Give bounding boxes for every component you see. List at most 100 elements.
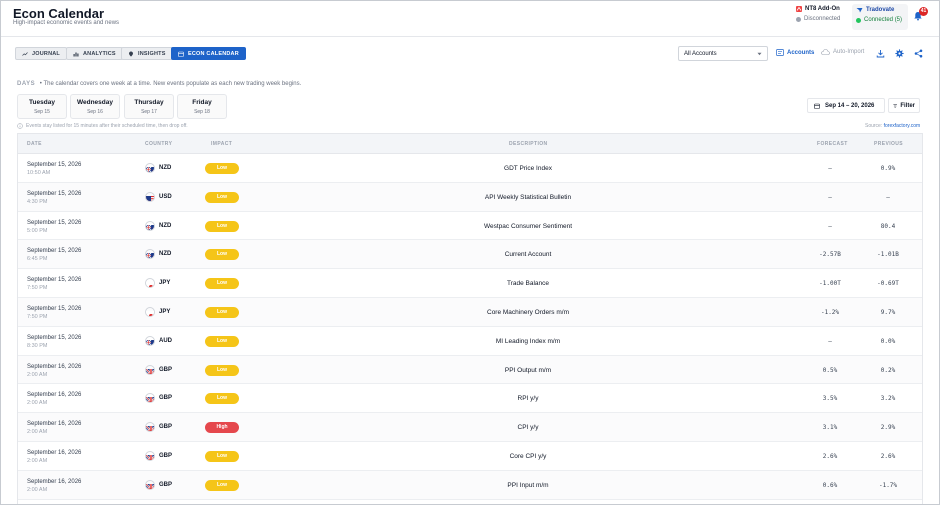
event-forecast: 0.6%	[822, 481, 838, 489]
table-row[interactable]: September 15, 2026 7:50 PM JPY Low Trade Bal…	[18, 269, 922, 298]
event-description: GDT Price Index	[504, 165, 552, 172]
accounts-button[interactable]: Accounts	[776, 49, 814, 56]
gbp-flag-icon	[145, 364, 155, 375]
event-date: September 15, 2026	[27, 162, 82, 168]
nzd-flag-icon	[145, 163, 155, 173]
status-dot-icon	[856, 17, 861, 23]
tab-insights[interactable]: INSIGHTS	[121, 47, 173, 60]
account-select[interactable]: All Accounts	[678, 46, 768, 61]
event-previous: 80.4	[880, 222, 896, 230]
source-label: Source:	[865, 123, 883, 129]
day-name: Wednesday	[76, 99, 113, 106]
info-dot-icon: •	[39, 81, 42, 87]
event-time: 6:45 PM	[27, 256, 48, 263]
impact-badge: Low	[205, 450, 239, 462]
event-forecast: -1.2%	[820, 308, 840, 316]
event-forecast: –	[828, 165, 832, 172]
header-country[interactable]: COUNTRY	[145, 141, 172, 147]
event-forecast: –	[828, 222, 832, 230]
event-date: September 15, 2026	[27, 305, 82, 312]
event-previous: 0.0%	[880, 337, 896, 345]
nt8-logo-icon	[796, 6, 802, 12]
events-table: DATE COUNTRY IMPACT DESCRIPTION FORECAST…	[17, 133, 923, 504]
download-icon[interactable]	[876, 49, 885, 58]
event-date: September 16, 2026	[27, 392, 82, 399]
source-link[interactable]: forexfactory.com	[884, 123, 921, 129]
pin-icon	[129, 51, 133, 57]
tradovate-status: Connected (5)	[864, 17, 903, 23]
day-tab-wednesday[interactable]: Wednesday Sep 16	[70, 94, 120, 119]
tab-label: JOURNAL	[32, 50, 60, 57]
share-icon[interactable]	[914, 49, 923, 58]
event-date: September 15, 2026	[27, 334, 82, 341]
event-time: 7:50 PM	[27, 313, 48, 320]
auto-import-label: Auto-Import	[833, 49, 865, 55]
table-row[interactable]: September 16, 2026 2:00 AM GBP Low PPI Input…	[18, 470, 922, 500]
bar-chart-icon	[73, 52, 79, 56]
event-date: September 16, 2026	[27, 478, 82, 485]
page-subtitle: High-impact economic events and news	[13, 20, 120, 26]
tradovate-connection[interactable]: Tradovate Connected (5)	[852, 4, 908, 30]
tab-analytics[interactable]: ANALYTICS	[66, 47, 123, 60]
event-forecast: 3.1%	[822, 424, 838, 432]
table-row[interactable]: September 15, 2026 4:30 PM USD Low API Weekl…	[18, 182, 922, 212]
event-time: 5:00 PM	[27, 227, 48, 234]
auto-import-button[interactable]: Auto-Import	[821, 49, 864, 55]
event-currency: GBP	[159, 481, 173, 488]
event-forecast: 0.5%	[822, 366, 838, 374]
day-date: Sep 18	[194, 109, 210, 115]
tab-journal[interactable]: JOURNAL	[15, 47, 67, 60]
header-description[interactable]: DESCRIPTION	[509, 141, 548, 147]
day-name: Thursday	[134, 99, 164, 106]
date-range-value: Sep 14 – 20, 2026	[825, 102, 875, 109]
table-row[interactable]: September 15, 2026 5:00 PM NZD Low Westpac C…	[18, 212, 922, 241]
header-previous[interactable]: PREVIOUS	[874, 141, 903, 147]
header-forecast[interactable]: FORECAST	[817, 141, 848, 147]
header-impact[interactable]: IMPACT	[211, 141, 232, 147]
accounts-label: Accounts	[787, 49, 815, 56]
jpy-flag-icon	[145, 306, 155, 317]
table-row[interactable]: September 15, 2026 8:30 PM AUD Low MI Leadin…	[18, 327, 922, 356]
day-tab-friday[interactable]: Friday Sep 18	[177, 94, 227, 119]
tab-econ-calendar[interactable]: ECON CALENDAR	[171, 47, 246, 60]
event-forecast: 2.6%	[822, 452, 838, 460]
event-date: September 15, 2026	[27, 277, 82, 284]
day-tab-tuesday[interactable]: Tuesday Sep 15	[17, 94, 67, 119]
event-forecast: -1.00T	[819, 280, 841, 288]
chevron-down-icon	[757, 52, 762, 55]
table-row[interactable]: September 15, 2026 7:50 PM JPY Low Core Mach…	[18, 297, 922, 327]
table-row[interactable]: September 15, 2026 6:45 PM NZD Low Current A…	[18, 240, 922, 270]
event-currency: JPY	[159, 308, 171, 315]
event-previous: -0.69T	[877, 280, 899, 288]
event-currency: JPY	[159, 280, 171, 287]
impact-badge: Low	[205, 163, 239, 174]
nt8-connection[interactable]: NT8 Add-On Disconnected	[796, 6, 840, 30]
impact-badge: Low	[205, 335, 239, 347]
filter-button[interactable]: Filter	[888, 98, 920, 113]
event-previous: 3.2%	[880, 395, 896, 403]
jpy-flag-icon	[145, 278, 155, 289]
table-header: DATE COUNTRY IMPACT DESCRIPTION FORECAST…	[18, 134, 922, 154]
table-row[interactable]: September 16, 2026 2:00 AM GBP Low PPI Outpu…	[18, 355, 922, 385]
table-row[interactable]: September 16, 2026 2:00 AM GBP High CPI y/y 3…	[18, 413, 922, 442]
date-range-picker[interactable]: Sep 14 – 20, 2026	[807, 98, 885, 113]
gear-icon[interactable]	[895, 49, 904, 58]
table-row[interactable]: September 16, 2026 2:00 AM GBP Low Core CPI …	[18, 442, 922, 471]
event-time: 2:00 AM	[27, 371, 48, 378]
event-currency: GBP	[159, 424, 173, 431]
impact-badge: Low	[205, 249, 239, 261]
day-tab-thursday[interactable]: Thursday Sep 17	[124, 94, 174, 119]
header-date[interactable]: DATE	[27, 141, 42, 147]
event-currency: AUD	[159, 337, 172, 344]
event-currency: NZD	[159, 222, 172, 229]
event-time: 2:00 AM	[27, 400, 48, 407]
event-forecast: -2.57B	[819, 251, 841, 259]
info-icon	[17, 123, 23, 129]
gbp-flag-icon	[145, 450, 155, 461]
table-row[interactable]: September 16, 2026 2:00 AM GBP Low RPI y/y 3.…	[18, 384, 922, 414]
table-row[interactable]: September 15, 2026 10:50 AM NZD Low GDT Pric…	[18, 154, 922, 183]
event-description: PPI Input m/m	[507, 481, 549, 489]
event-time: 4:30 PM	[27, 198, 48, 205]
event-description: Core CPI y/y	[509, 452, 547, 460]
event-time: 2:00 AM	[27, 486, 48, 493]
